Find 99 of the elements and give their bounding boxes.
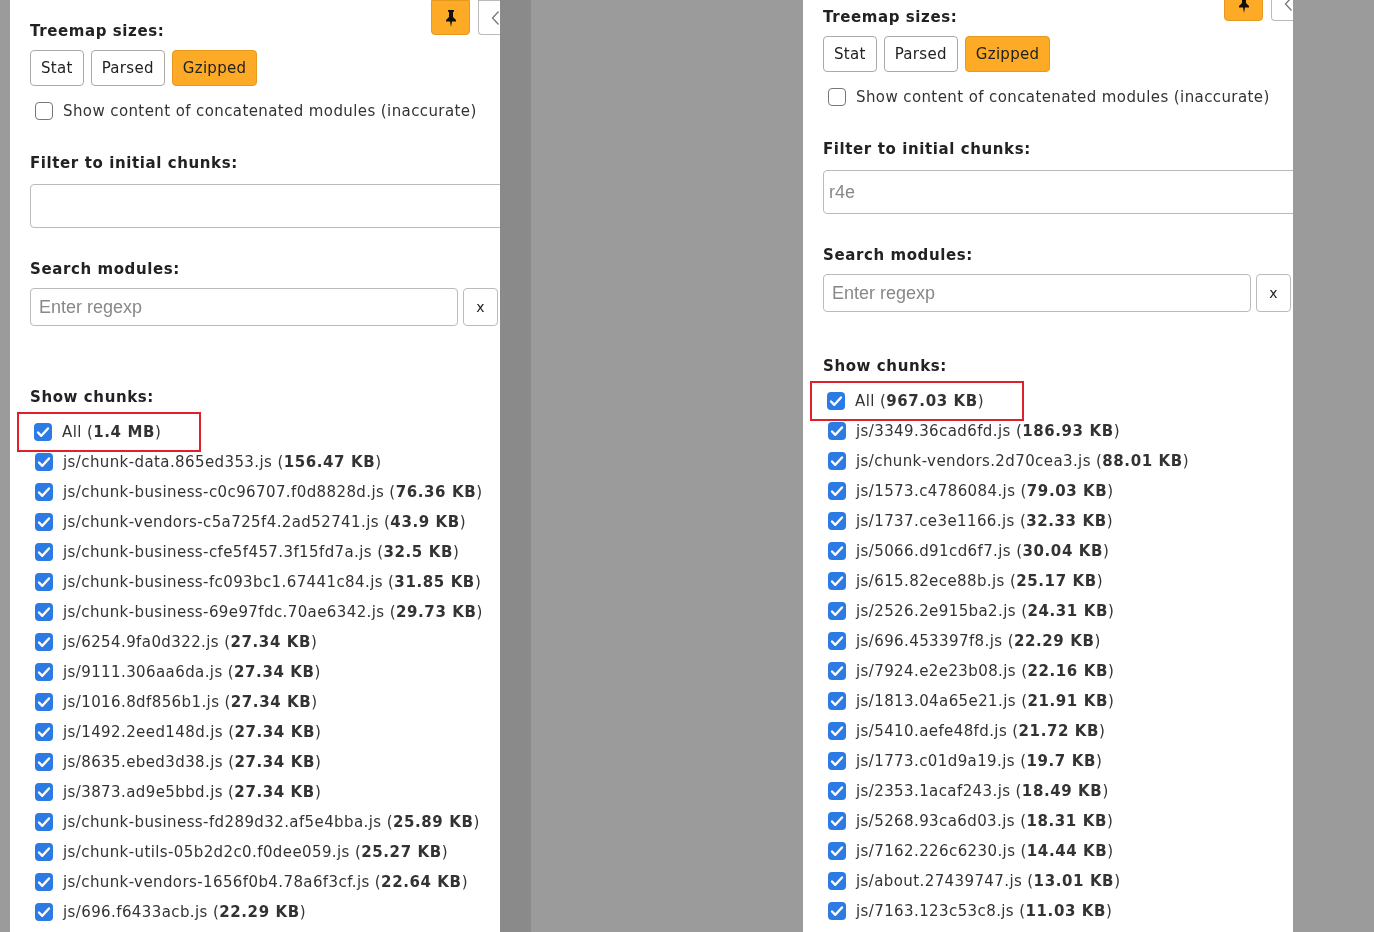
chunk-label: js/1773.c01d9a19.js (19.7 KB) (856, 752, 1103, 770)
chunk-label: js/chunk-utils-05b2d2c0.f0dee059.js (25.27 KB) (63, 843, 449, 861)
checkbox[interactable] (827, 392, 845, 410)
checkbox[interactable] (35, 102, 53, 120)
checkbox[interactable] (35, 753, 53, 771)
chunk-label: js/chunk-business-69e97fdc.70ae6342.js (29.73 KB) (63, 603, 483, 621)
checkbox[interactable] (828, 88, 846, 106)
checkbox[interactable] (35, 513, 53, 531)
chunk-label: js/1737.ce3e1166.js (32.33 KB) (856, 512, 1113, 530)
search-input-field[interactable]: Enter regexp (30, 288, 458, 326)
section-title: Treemap sizes: (30, 22, 165, 40)
checkbox[interactable] (35, 603, 53, 621)
chunk-label: All (1.4 MB) (62, 423, 162, 441)
checkbox[interactable] (828, 872, 846, 890)
search-input-field[interactable]: Enter regexp (823, 274, 1251, 312)
section-title: Show chunks: (823, 357, 948, 375)
checkbox[interactable] (35, 543, 53, 561)
checkbox[interactable] (828, 602, 846, 620)
chevron-left-icon (1283, 0, 1293, 12)
checkbox[interactable] (35, 573, 53, 591)
section-title: Treemap sizes: (823, 8, 958, 26)
checkbox-label: Show content of concatenated modules (inaccurate) (63, 102, 477, 120)
clear-button[interactable]: x (463, 288, 498, 326)
chunk-label: js/7924.e2e23b08.js (22.16 KB) (856, 662, 1115, 680)
checkbox[interactable] (35, 663, 53, 681)
checkbox[interactable] (828, 452, 846, 470)
checkbox[interactable] (828, 662, 846, 680)
checkbox[interactable] (35, 783, 53, 801)
size-toggle-button[interactable]: Parsed (90, 50, 165, 86)
chunk-label: js/chunk-business-fc093bc1.67441c84.js (31.85 KB) (63, 573, 482, 591)
checkbox[interactable] (828, 542, 846, 560)
checkbox[interactable] (828, 632, 846, 650)
chunk-label: js/5410.aefe48fd.js (21.72 KB) (856, 722, 1106, 740)
checkbox[interactable] (35, 483, 53, 501)
chunk-label: js/2353.1acaf243.js (18.49 KB) (856, 782, 1109, 800)
chevron-left-icon (490, 9, 500, 26)
chunk-label: js/8635.ebed3d38.js (27.34 KB) (63, 753, 322, 771)
pin-button[interactable] (431, 0, 470, 35)
chunk-label: js/615.82ece88b.js (25.17 KB) (856, 572, 1103, 590)
chunk-label: js/chunk-vendors-1656f0b4.78a6f3cf.js (22.64 KB) (63, 873, 468, 891)
chunk-label: js/696.453397f8.js (22.29 KB) (856, 632, 1101, 650)
checkbox[interactable] (828, 512, 846, 530)
chunk-label: js/chunk-data.865ed353.js (156.47 KB) (63, 453, 382, 471)
checkbox-label: Show content of concatenated modules (inaccurate) (856, 88, 1270, 106)
checkbox[interactable] (35, 633, 53, 651)
size-toggle-button[interactable]: Stat (823, 36, 877, 72)
chunk-label: js/2526.2e915ba2.js (24.31 KB) (856, 602, 1115, 620)
section-title: Filter to initial chunks: (30, 154, 239, 172)
checkbox[interactable] (828, 902, 846, 920)
chunk-label: All (967.03 KB) (855, 392, 985, 410)
chunk-label: js/chunk-business-c0c96707.f0d8828d.js (76.36 KB) (63, 483, 483, 501)
chunk-label: js/7163.123c53c8.js (11.03 KB) (856, 902, 1113, 920)
chunk-label: js/chunk-business-cfe5f457.3f15fd7a.js (32.5 KB) (63, 543, 460, 561)
chunk-label: js/chunk-vendors-c5a725f4.2ad52741.js (43.9 KB) (63, 513, 467, 531)
chunk-label: js/5268.93ca6d03.js (18.31 KB) (856, 812, 1114, 830)
checkbox[interactable] (35, 453, 53, 471)
size-toggle-button[interactable]: Gzipped (171, 50, 258, 86)
section-title: Search modules: (823, 246, 974, 264)
checkbox[interactable] (828, 842, 846, 860)
clear-button[interactable]: x (1256, 274, 1291, 312)
size-toggle-button[interactable]: Stat (30, 50, 84, 86)
checkbox[interactable] (828, 422, 846, 440)
chunk-label: js/1573.c4786084.js (79.03 KB) (856, 482, 1114, 500)
chunk-label: js/chunk-business-fd289d32.af5e4bba.js (25.89 KB) (63, 813, 480, 831)
size-toggle-button[interactable]: Parsed (883, 36, 958, 72)
chunk-label: js/chunk-vendors.2d70cea3.js (88.01 KB) (856, 452, 1190, 470)
filter-input-field[interactable]: r4e (823, 170, 1293, 214)
section-title: Filter to initial chunks: (823, 140, 1032, 158)
pushpin-icon (1237, 0, 1250, 13)
checkbox[interactable] (35, 693, 53, 711)
chunk-label: js/7162.226c6230.js (14.44 KB) (856, 842, 1114, 860)
size-toggle-button[interactable]: Gzipped (964, 36, 1051, 72)
checkbox[interactable] (828, 812, 846, 830)
checkbox[interactable] (828, 782, 846, 800)
chunk-label: js/1016.8df856b1.js (27.34 KB) (63, 693, 318, 711)
chunk-label: js/about.27439747.js (13.01 KB) (856, 872, 1121, 890)
checkbox[interactable] (828, 752, 846, 770)
checkbox[interactable] (35, 813, 53, 831)
checkbox[interactable] (35, 873, 53, 891)
checkbox[interactable] (35, 723, 53, 741)
checkbox[interactable] (828, 482, 846, 500)
chunk-label: js/1492.2eed148d.js (27.34 KB) (63, 723, 322, 741)
filter-input-field[interactable] (30, 184, 500, 228)
section-title: Show chunks: (30, 388, 155, 406)
chunk-label: js/3873.ad9e5bbd.js (27.34 KB) (63, 783, 322, 801)
pushpin-icon (444, 8, 457, 27)
checkbox[interactable] (35, 843, 53, 861)
checkbox[interactable] (828, 722, 846, 740)
chunk-label: js/696.f6433acb.js (22.29 KB) (63, 903, 307, 921)
chunk-label: js/1813.04a65e21.js (21.91 KB) (856, 692, 1115, 710)
chunk-label: js/3349.36cad6fd.js (186.93 KB) (856, 422, 1120, 440)
chunk-label: js/6254.9fa0d322.js (27.34 KB) (63, 633, 318, 651)
chunk-label: js/9111.306aa6da.js (27.34 KB) (63, 663, 321, 681)
checkbox[interactable] (34, 423, 52, 441)
checkbox[interactable] (828, 572, 846, 590)
checkbox[interactable] (35, 903, 53, 921)
section-title: Search modules: (30, 260, 181, 278)
checkbox[interactable] (828, 692, 846, 710)
chunk-label: js/5066.d91cd6f7.js (30.04 KB) (856, 542, 1110, 560)
